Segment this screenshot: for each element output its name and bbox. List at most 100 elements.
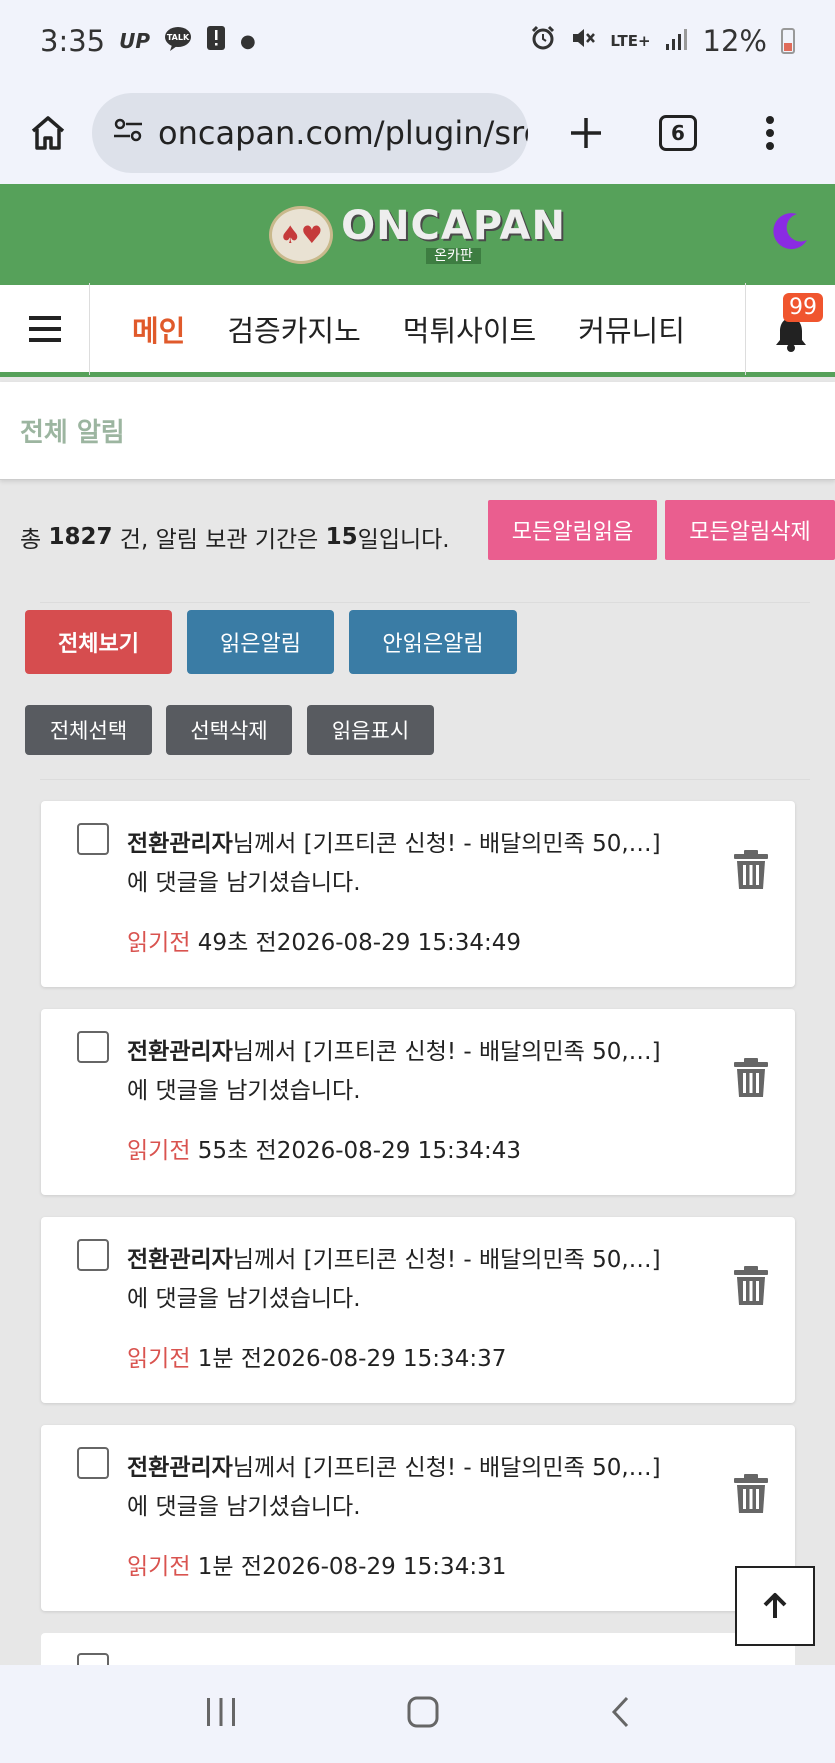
tab-count: 6 <box>659 115 697 151</box>
trash-icon <box>734 1058 768 1097</box>
home-icon <box>31 116 65 150</box>
divider <box>40 779 810 780</box>
retention-days: 15 <box>325 524 358 550</box>
logo-subtext: 온카판 <box>426 247 481 264</box>
trash-icon <box>734 1266 768 1305</box>
hamburger-icon-line <box>28 326 61 331</box>
notification-datetime: 2026-08-29 15:34:31 <box>262 1554 507 1580</box>
notification-ago: 55초 전 <box>197 1138 277 1164</box>
tab-switcher-button[interactable]: 6 <box>650 105 706 161</box>
notification-checkbox[interactable] <box>77 823 109 855</box>
unread-status: 읽기전 <box>127 1554 191 1580</box>
kakaotalk-icon: TALK <box>164 25 192 57</box>
logo-cards-icon: ♠♥ <box>269 205 334 264</box>
home-nav-icon <box>407 1696 439 1728</box>
delete-notification-button[interactable] <box>733 1057 769 1099</box>
home-button[interactable] <box>20 105 76 161</box>
notification-item[interactable]: 전환관리자님께서 [기프티콘 신청! - 배달의민족 50,…] 에 댓글을 남… <box>41 1217 795 1403</box>
site-settings-icon[interactable] <box>112 114 144 152</box>
notification-dot-icon: ● <box>240 30 256 52</box>
notification-datetime: 2026-08-29 15:34:43 <box>276 1138 521 1164</box>
mark-read-button[interactable]: 읽음표시 <box>307 705 434 755</box>
hamburger-icon-line <box>28 337 61 342</box>
unread-status: 읽기전 <box>127 930 191 956</box>
browser-toolbar: oncapan.com/plugin/srd 6 <box>0 82 835 184</box>
notification-item[interactable]: 전환관리자님께서 [기프티콘 신청! - 배달의민족 50,…] 에 댓글을 남… <box>41 801 795 987</box>
notification-datetime: 2026-08-29 15:34:37 <box>262 1346 507 1372</box>
android-navigation-bar <box>0 1665 835 1763</box>
filter-all-button[interactable]: 전체보기 <box>25 610 172 674</box>
battery-text: 12% <box>702 24 767 58</box>
notification-datetime: 2026-08-29 15:34:49 <box>276 930 521 956</box>
summary-mid: 건, 알림 보관 기간은 <box>112 527 326 553</box>
notification-message: 전환관리자님께서 [기프티콘 신청! - 배달의민족 50,…] 에 댓글을 남… <box>127 1241 687 1319</box>
notification-ago: 1분 전 <box>197 1554 263 1580</box>
notification-message: 전환관리자님께서 [기프티콘 신청! - 배달의민족 50,…] 에 댓글을 남… <box>127 1033 687 1111</box>
filter-read-button[interactable]: 읽은알림 <box>187 610 334 674</box>
scroll-to-top-button[interactable] <box>735 1566 815 1646</box>
delete-selected-button[interactable]: 선택삭제 <box>166 705 292 755</box>
notification-checkbox[interactable] <box>77 1447 109 1479</box>
notification-summary: 총 1827 건, 알림 보관 기간은 15 일입니다. <box>20 520 450 554</box>
recent-apps-button[interactable] <box>204 1696 238 1732</box>
battery-icon <box>781 28 795 54</box>
notification-ago: 1분 전 <box>197 1346 263 1372</box>
delete-notification-button[interactable] <box>733 1473 769 1515</box>
browser-menu-button[interactable] <box>742 105 798 161</box>
summary-suffix: 일입니다. <box>357 527 450 553</box>
trash-icon <box>734 1474 768 1513</box>
alarm-icon <box>530 24 556 58</box>
notification-ago: 49초 전 <box>197 930 277 956</box>
unread-status: 읽기전 <box>127 1346 191 1372</box>
up-app-icon: UP <box>119 29 151 53</box>
nav-item-verified-casino[interactable]: 검증카지노 <box>227 308 360 350</box>
delete-all-button[interactable]: 모든알림삭제 <box>665 500 835 560</box>
notification-bell-button[interactable]: 99 <box>745 282 835 375</box>
page-title: 전체 알림 <box>0 382 835 480</box>
notification-item[interactable]: 전환관리자님께서 [기프티콘 신청! - 배달의민족 50,…] 에 댓글을 남… <box>41 1009 795 1195</box>
notification-author: 전환관리자 <box>127 831 233 857</box>
svg-text:TALK: TALK <box>167 33 190 42</box>
new-tab-button[interactable] <box>558 105 614 161</box>
back-icon <box>611 1696 628 1728</box>
notification-author: 전환관리자 <box>127 1247 233 1273</box>
unread-status: 읽기전 <box>127 1138 191 1164</box>
status-bar: 3:35 UP TALK ● LTE+ 12% <box>0 0 835 82</box>
filter-unread-button[interactable]: 안읽은알림 <box>349 610 517 674</box>
plus-icon <box>571 118 601 148</box>
nav-item-main[interactable]: 메인 <box>132 308 185 350</box>
site-header: ♠♥ ONCAPAN 온카판 <box>0 184 835 285</box>
notification-author: 전환관리자 <box>127 1455 233 1481</box>
delete-notification-button[interactable] <box>733 1265 769 1307</box>
recent-apps-icon <box>207 1698 236 1726</box>
nav-item-community[interactable]: 커뮤니티 <box>578 308 685 350</box>
notification-item[interactable]: 전환관리자님께서 [기프티콘 신청! - 배달의민족 50,…] 에 댓글을 남… <box>41 1425 795 1611</box>
notification-meta: 읽기전 1분 전2026-08-29 15:34:37 <box>127 1339 506 1373</box>
notification-meta: 읽기전 55초 전2026-08-29 15:34:43 <box>127 1131 521 1165</box>
total-count: 1827 <box>48 524 113 550</box>
notification-checkbox[interactable] <box>77 1239 109 1271</box>
address-bar[interactable]: oncapan.com/plugin/srd <box>92 93 528 173</box>
notification-meta: 읽기전 1분 전2026-08-29 15:34:31 <box>127 1547 506 1581</box>
notification-meta: 읽기전 49초 전2026-08-29 15:34:49 <box>127 923 521 957</box>
status-time: 3:35 <box>40 24 106 58</box>
moon-icon <box>773 213 807 250</box>
notification-author: 전환관리자 <box>127 1039 233 1065</box>
notification-checkbox[interactable] <box>77 1031 109 1063</box>
notification-message: 전환관리자님께서 [기프티콘 신청! - 배달의민족 50,…] 에 댓글을 남… <box>127 1449 687 1527</box>
read-all-button[interactable]: 모든알림읽음 <box>488 500 657 560</box>
lte-indicator: LTE+ <box>610 32 651 50</box>
home-nav-button[interactable] <box>406 1695 440 1733</box>
notification-count-badge: 99 <box>783 292 823 322</box>
logo-text: ONCAPAN <box>341 202 566 249</box>
hamburger-menu-button[interactable] <box>0 282 90 375</box>
delete-notification-button[interactable] <box>733 849 769 891</box>
alert-icon <box>206 25 226 57</box>
site-logo[interactable]: ♠♥ ONCAPAN 온카판 <box>269 202 566 264</box>
mute-icon <box>570 24 596 58</box>
nav-item-scam-sites[interactable]: 먹튀사이트 <box>403 308 536 350</box>
back-button[interactable] <box>609 1695 631 1733</box>
dark-mode-toggle[interactable] <box>769 210 811 252</box>
divider <box>40 602 810 603</box>
select-all-button[interactable]: 전체선택 <box>25 705 152 755</box>
